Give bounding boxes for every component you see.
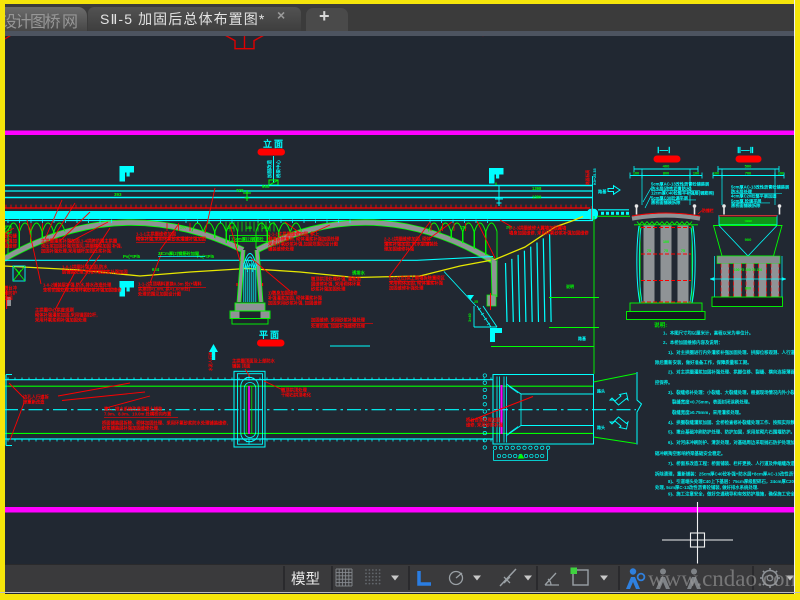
- svg-text:模型: 模型: [291, 571, 320, 588]
- svg-text:www.cndao.com: www.cndao.com: [648, 566, 800, 591]
